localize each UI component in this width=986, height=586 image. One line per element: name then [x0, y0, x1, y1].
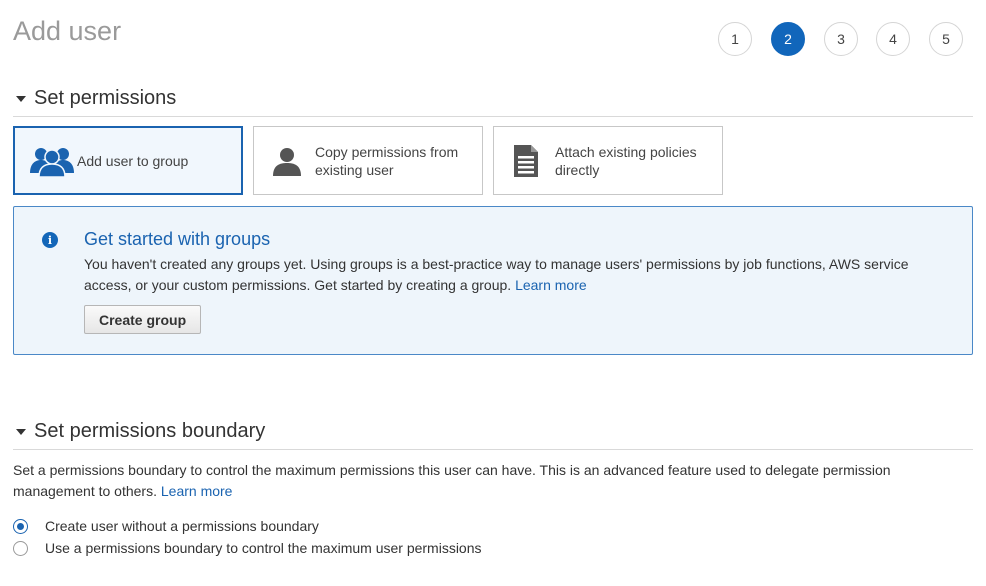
learn-more-link[interactable]: Learn more: [515, 277, 587, 293]
set-permissions-title: Set permissions: [34, 87, 177, 109]
set-permissions-boundary-header[interactable]: Set permissions boundary: [13, 419, 973, 450]
users-group-icon: [27, 145, 77, 177]
radio-use-boundary[interactable]: Use a permissions boundary to control th…: [13, 540, 482, 556]
set-permissions-boundary-title: Set permissions boundary: [34, 420, 266, 442]
radio-button-unchecked[interactable]: [13, 540, 28, 556]
boundary-learn-more-link[interactable]: Learn more: [161, 483, 233, 499]
option-copy-permissions[interactable]: Copy permissions from existing user: [253, 126, 483, 195]
boundary-description-text: Set a permissions boundary to control th…: [13, 462, 891, 499]
step-4[interactable]: 4: [876, 22, 910, 56]
collapse-caret-icon: [13, 421, 34, 449]
step-2[interactable]: 2: [771, 22, 805, 56]
get-started-info-box: i Get started with groups You haven't cr…: [13, 206, 973, 355]
radio-label: Create user without a permissions bounda…: [45, 518, 319, 534]
option-attach-policies[interactable]: Attach existing policies directly: [493, 126, 723, 195]
info-icon: i: [42, 232, 58, 248]
step-3[interactable]: 3: [824, 22, 858, 56]
option-label: Add user to group: [77, 152, 189, 169]
step-5[interactable]: 5: [929, 22, 963, 56]
radio-button-checked[interactable]: [13, 518, 28, 534]
step-1[interactable]: 1: [718, 22, 752, 56]
create-group-button[interactable]: Create group: [84, 305, 202, 334]
page-title: Add user: [13, 16, 122, 46]
radio-no-boundary[interactable]: Create user without a permissions bounda…: [13, 518, 319, 534]
add-user-page: Add user 1 2 3 4 5 Set permissions Add u…: [0, 0, 986, 586]
collapse-caret-icon: [13, 88, 34, 116]
radio-label: Use a permissions boundary to control th…: [45, 540, 482, 556]
set-permissions-header[interactable]: Set permissions: [13, 86, 973, 117]
info-description: You haven't created any groups yet. Usin…: [84, 256, 909, 293]
info-title: Get started with groups: [84, 229, 271, 249]
option-add-user-to-group[interactable]: Add user to group: [13, 126, 243, 195]
user-silhouette-icon: [271, 146, 303, 176]
boundary-description: Set a permissions boundary to control th…: [13, 460, 933, 502]
option-label: Attach existing policies directly: [555, 143, 697, 178]
option-label: Copy permissions from existing user: [315, 143, 459, 178]
document-icon: [512, 144, 540, 178]
info-text: You haven't created any groups yet. Usin…: [84, 254, 954, 296]
